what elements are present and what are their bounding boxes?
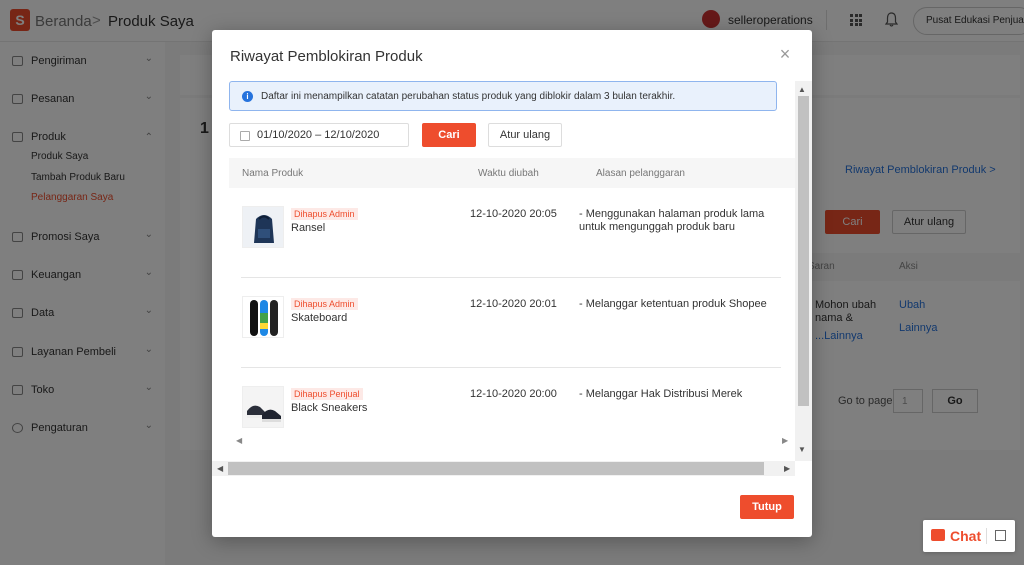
violation-reason: - Melanggar ketentuan produk Shopee [579, 298, 767, 310]
status-badge: Dihapus Admin [291, 298, 358, 310]
status-badge: Dihapus Admin [291, 208, 358, 220]
scroll-left-icon[interactable]: ◀ [236, 436, 242, 445]
violation-reason: - Menggunakan halaman produk lama untuk … [579, 208, 765, 233]
vertical-scrollbar[interactable]: ▲ ▼ [795, 81, 812, 461]
table-row: Dihapus Admin Ransel 12-10-2020 20:05 - … [229, 188, 795, 278]
table-row: Dihapus Penjual Black Sneakers 12-10-202… [229, 368, 795, 433]
table-horizontal-scrollbar[interactable]: ◀ ▶ [229, 433, 795, 448]
scroll-up-icon[interactable]: ▲ [798, 85, 806, 94]
date-range-picker[interactable]: 01/10/2020 – 12/10/2020 [229, 123, 409, 147]
chat-icon [931, 529, 945, 541]
change-time: 12-10-2020 20:05 [470, 208, 557, 220]
column-header-reason: Alasan pelanggaran [596, 168, 685, 179]
close-button[interactable]: Tutup [740, 495, 794, 519]
product-name: Skateboard [291, 312, 348, 324]
date-range-value: 01/10/2020 – 12/10/2020 [257, 129, 380, 141]
scroll-down-icon[interactable]: ▼ [798, 445, 806, 454]
horizontal-scrollbar[interactable]: ◀ ▶ [212, 461, 795, 476]
info-text: Daftar ini menampilkan catatan perubahan… [261, 91, 676, 102]
chat-label: Chat [950, 528, 982, 544]
search-button[interactable]: Cari [422, 123, 476, 147]
column-header-time: Waktu diubah [478, 168, 539, 179]
modal-title: Riwayat Pemblokiran Produk [230, 48, 423, 65]
table-header: Nama Produk Waktu diubah Alasan pelangga… [229, 158, 795, 188]
scroll-right-icon[interactable]: ▶ [782, 436, 788, 445]
product-thumbnail-sneakers [242, 386, 284, 428]
table-row: Dihapus Admin Skateboard 12-10-2020 20:0… [229, 278, 795, 368]
horizontal-scroll-thumb[interactable] [228, 462, 764, 475]
close-icon[interactable]: × [777, 45, 793, 63]
status-badge: Dihapus Penjual [291, 388, 363, 400]
chat-widget[interactable]: Chat [923, 520, 1015, 552]
scroll-left-icon[interactable]: ◀ [217, 464, 223, 473]
product-thumbnail-backpack [242, 206, 284, 248]
scroll-right-icon[interactable]: ▶ [784, 464, 790, 473]
reset-button[interactable]: Atur ulang [488, 123, 562, 147]
column-header-product: Nama Produk [242, 168, 304, 179]
info-icon: i [242, 91, 253, 102]
expand-icon[interactable] [995, 530, 1006, 541]
vertical-scroll-thumb[interactable] [798, 96, 809, 406]
product-thumbnail-skateboard [242, 296, 284, 338]
change-time: 12-10-2020 20:01 [470, 298, 557, 310]
divider [986, 528, 987, 544]
product-name: Black Sneakers [291, 402, 368, 414]
blocking-history-modal: Riwayat Pemblokiran Produk × i Daftar in… [212, 30, 812, 537]
product-name: Ransel [291, 222, 326, 234]
change-time: 12-10-2020 20:00 [470, 388, 557, 400]
calendar-icon [240, 131, 250, 141]
info-banner: i Daftar ini menampilkan catatan perubah… [229, 81, 777, 111]
violation-reason: - Melanggar Hak Distribusi Merek [579, 388, 743, 400]
